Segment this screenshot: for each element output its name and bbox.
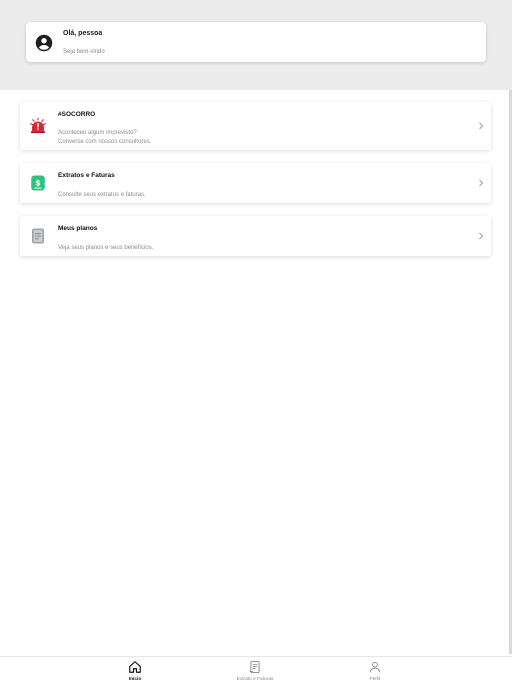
svg-text:$: $ — [35, 178, 41, 188]
bottom-navigation: Início Extrato e Faturas Perfil — [0, 656, 512, 684]
card-description: Veja seus planos e seus benefícios. — [58, 244, 153, 253]
extratos-card[interactable]: $ Extratos e Faturas Consulte seus extra… — [20, 163, 491, 203]
greeting-title: Olá, pessoa — [63, 30, 103, 37]
nav-item-inicio[interactable]: Início — [75, 657, 195, 684]
card-title: Meus planos — [58, 225, 98, 232]
card-description: Consulte seus extratos e faturas. — [58, 191, 146, 200]
header-band: Olá, pessoa Seja bem-vindo — [0, 0, 512, 90]
nav-label: Extrato e Faturas — [236, 677, 274, 682]
receipt-icon — [249, 660, 260, 674]
card-title: Extratos e Faturas — [58, 172, 115, 179]
nav-item-extrato[interactable]: Extrato e Faturas — [195, 657, 315, 684]
chevron-right-icon — [479, 179, 484, 187]
nav-label: Início — [128, 677, 142, 682]
chevron-right-icon — [479, 232, 484, 240]
home-icon — [129, 661, 141, 673]
card-description: Aconteceu algum imprevisto? Converse com… — [58, 129, 151, 147]
money-icon: $ — [31, 175, 45, 191]
app-screen: Olá, pessoa Seja bem-vindo #SOCORRO Acon… — [0, 0, 512, 684]
nav-label: Perfil — [369, 677, 381, 682]
document-icon — [32, 228, 44, 244]
alarm-icon — [29, 117, 47, 134]
card-description-line: Consulte seus extratos e faturas. — [58, 192, 146, 198]
nav-item-perfil[interactable]: Perfil — [315, 657, 435, 684]
greeting-card: Olá, pessoa Seja bem-vindo — [26, 22, 486, 62]
chevron-right-icon — [479, 122, 484, 130]
planos-card[interactable]: Meus planos Veja seus planos e seus bene… — [20, 216, 491, 256]
card-title: #SOCORRO — [58, 111, 96, 118]
card-description-line: Aconteceu algum imprevisto? — [58, 130, 137, 136]
socorro-card[interactable]: #SOCORRO Aconteceu algum imprevisto? Con… — [20, 102, 491, 150]
card-description-line: Converse com nossos consultores. — [58, 139, 152, 145]
card-description-line: Veja seus planos e seus benefícios. — [58, 245, 154, 251]
account-circle-icon[interactable] — [35, 34, 53, 52]
user-icon — [369, 661, 381, 673]
greeting-subtitle: Seja bem-vindo — [63, 49, 105, 55]
